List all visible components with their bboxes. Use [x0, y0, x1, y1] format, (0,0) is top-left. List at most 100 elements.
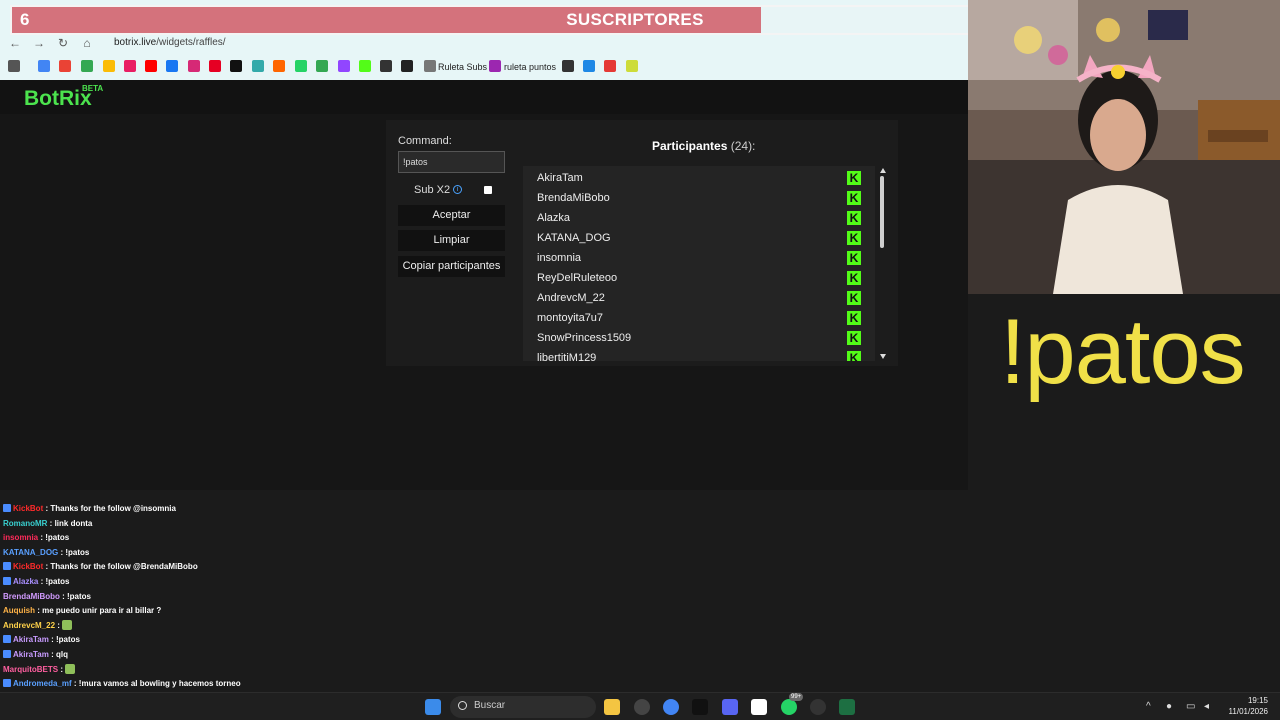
command-label: Command:	[398, 135, 452, 147]
chat-username[interactable]: Alazka	[13, 577, 38, 586]
bookmark-icon[interactable]	[562, 60, 574, 72]
participants-list[interactable]: AkiraTam K BrendaMiBobo K Alazka K KATANA_DOG K…	[523, 166, 875, 361]
chat-username[interactable]: insomnia	[3, 533, 38, 542]
participant-name: SnowPrincess1509	[537, 332, 632, 344]
copy-participants-button[interactable]: Copiar participantes	[398, 256, 505, 277]
chat-separator: :	[47, 518, 55, 528]
chat-username[interactable]: AndrevcM_22	[3, 621, 55, 630]
file-explorer-icon[interactable]	[604, 699, 620, 715]
clear-button[interactable]: Limpiar	[398, 230, 505, 251]
apps-grid-icon[interactable]	[8, 60, 20, 72]
participant-name: ReyDelRuleteoo	[537, 272, 618, 284]
chat-username[interactable]: Auquish	[3, 606, 35, 615]
microphone-icon[interactable]: ●	[1166, 701, 1172, 712]
participant-name: Alazka	[537, 212, 571, 224]
scroll-up-icon[interactable]	[880, 168, 886, 173]
bookmark-ruleta-puntos[interactable]: ruleta puntos	[504, 60, 556, 74]
chat-separator: :	[48, 650, 56, 659]
obs-icon[interactable]	[810, 699, 826, 715]
info-icon[interactable]: i	[453, 185, 462, 194]
drive-icon[interactable]	[38, 60, 50, 72]
discord-icon[interactable]	[722, 699, 738, 715]
kick-icon: K	[847, 311, 861, 325]
chat-username[interactable]: Andromeda_mf	[13, 679, 72, 688]
facebook-icon[interactable]	[166, 60, 178, 72]
bookmark-icon[interactable]	[583, 60, 595, 72]
taskbar-search[interactable]: Buscar	[450, 696, 596, 718]
scroll-down-icon[interactable]	[880, 354, 886, 359]
chat-username[interactable]: RomanoMR	[3, 519, 47, 528]
chat-username[interactable]: KickBot	[13, 562, 43, 571]
clock-date: 11/01/2026	[1228, 707, 1268, 716]
participant-name: libertitiM129	[537, 352, 597, 361]
participant-name: KATANA_DOG	[537, 232, 611, 244]
folder-icon[interactable]	[489, 60, 501, 72]
command-input[interactable]: !patos	[398, 151, 505, 173]
beta-tag: BETA	[82, 84, 104, 93]
kick-icon: K	[847, 291, 861, 305]
bookmark-ruleta-subs[interactable]: Ruleta Subs	[438, 60, 487, 74]
gmail-icon[interactable]	[59, 60, 71, 72]
chat-message: BrendaMiBobo : !patos	[3, 590, 91, 603]
sub-x2-checkbox[interactable]	[484, 186, 492, 194]
chat-username[interactable]: BrendaMiBobo	[3, 592, 60, 601]
windows-start-icon[interactable]	[425, 699, 441, 715]
bookmark-icon[interactable]	[103, 60, 115, 72]
chat-message: RomanoMR : link donta	[3, 517, 92, 530]
twitch-icon[interactable]	[338, 60, 350, 72]
notification-badge: 99+	[789, 693, 804, 701]
forward-icon[interactable]: →	[32, 36, 46, 50]
bookmark-icon[interactable]	[81, 60, 93, 72]
chat-username[interactable]: KATANA_DOG	[3, 548, 58, 557]
chevron-up-icon[interactable]: ^	[1146, 701, 1151, 712]
bookmark-icon[interactable]	[380, 60, 392, 72]
participant-name: insomnia	[537, 252, 582, 264]
bookmark-icon[interactable]	[273, 60, 285, 72]
chat-username[interactable]: AkiraTam	[13, 650, 49, 659]
participant-row: Alazka K	[523, 208, 863, 228]
kick-icon: K	[847, 171, 861, 185]
chat-text: !patos	[67, 591, 91, 601]
notion-icon[interactable]	[751, 699, 767, 715]
capcut-icon[interactable]	[692, 699, 708, 715]
whatsapp-icon[interactable]	[295, 60, 307, 72]
youtube-icon[interactable]	[145, 60, 157, 72]
participant-row: libertitiM129 K	[523, 348, 863, 361]
chat-text: !patos	[45, 533, 70, 543]
bookmark-icon[interactable]	[252, 60, 264, 72]
participants-scrollbar[interactable]	[878, 166, 888, 361]
chat-username[interactable]: MarquitoBETS	[3, 665, 58, 674]
reload-icon[interactable]: ↻	[56, 36, 70, 50]
volume-icon[interactable]: ◂	[1204, 701, 1209, 712]
home-icon[interactable]: ⌂	[80, 36, 94, 50]
pinterest-icon[interactable]	[209, 60, 221, 72]
chat-username[interactable]: KickBot	[13, 504, 43, 513]
bookmark-icon[interactable]	[604, 60, 616, 72]
maps-icon[interactable]	[316, 60, 328, 72]
tiktok-icon[interactable]	[230, 60, 242, 72]
scroll-thumb[interactable]	[880, 176, 884, 248]
chat-message: insomnia : !patos	[3, 531, 69, 544]
chat-badge-icon	[3, 635, 11, 644]
webcam-image	[968, 0, 1280, 294]
bookmark-icon[interactable]	[124, 60, 136, 72]
chatgpt-icon[interactable]	[634, 699, 650, 715]
chrome-icon[interactable]	[663, 699, 679, 715]
folder-icon[interactable]	[424, 60, 436, 72]
chat-message: Alazka : !patos	[3, 575, 69, 588]
bookmark-icon[interactable]	[626, 60, 638, 72]
accept-button[interactable]: Aceptar	[398, 205, 505, 226]
back-icon[interactable]: ←	[8, 36, 22, 50]
chat-badge-icon	[3, 562, 11, 571]
taskbar-clock[interactable]: 19:15 11/01/2026	[1229, 695, 1268, 717]
participant-row: insomnia K	[523, 248, 863, 268]
whatsapp-icon[interactable]	[781, 699, 797, 715]
bookmark-icon[interactable]	[401, 60, 413, 72]
chat-username[interactable]: AkiraTam	[13, 635, 49, 644]
kick-icon[interactable]	[359, 60, 371, 72]
participants-title: Participantes	[652, 139, 728, 153]
network-icon[interactable]: ▭	[1186, 701, 1195, 712]
excel-icon[interactable]	[839, 699, 855, 715]
instagram-icon[interactable]	[188, 60, 200, 72]
kick-icon: K	[847, 231, 861, 245]
